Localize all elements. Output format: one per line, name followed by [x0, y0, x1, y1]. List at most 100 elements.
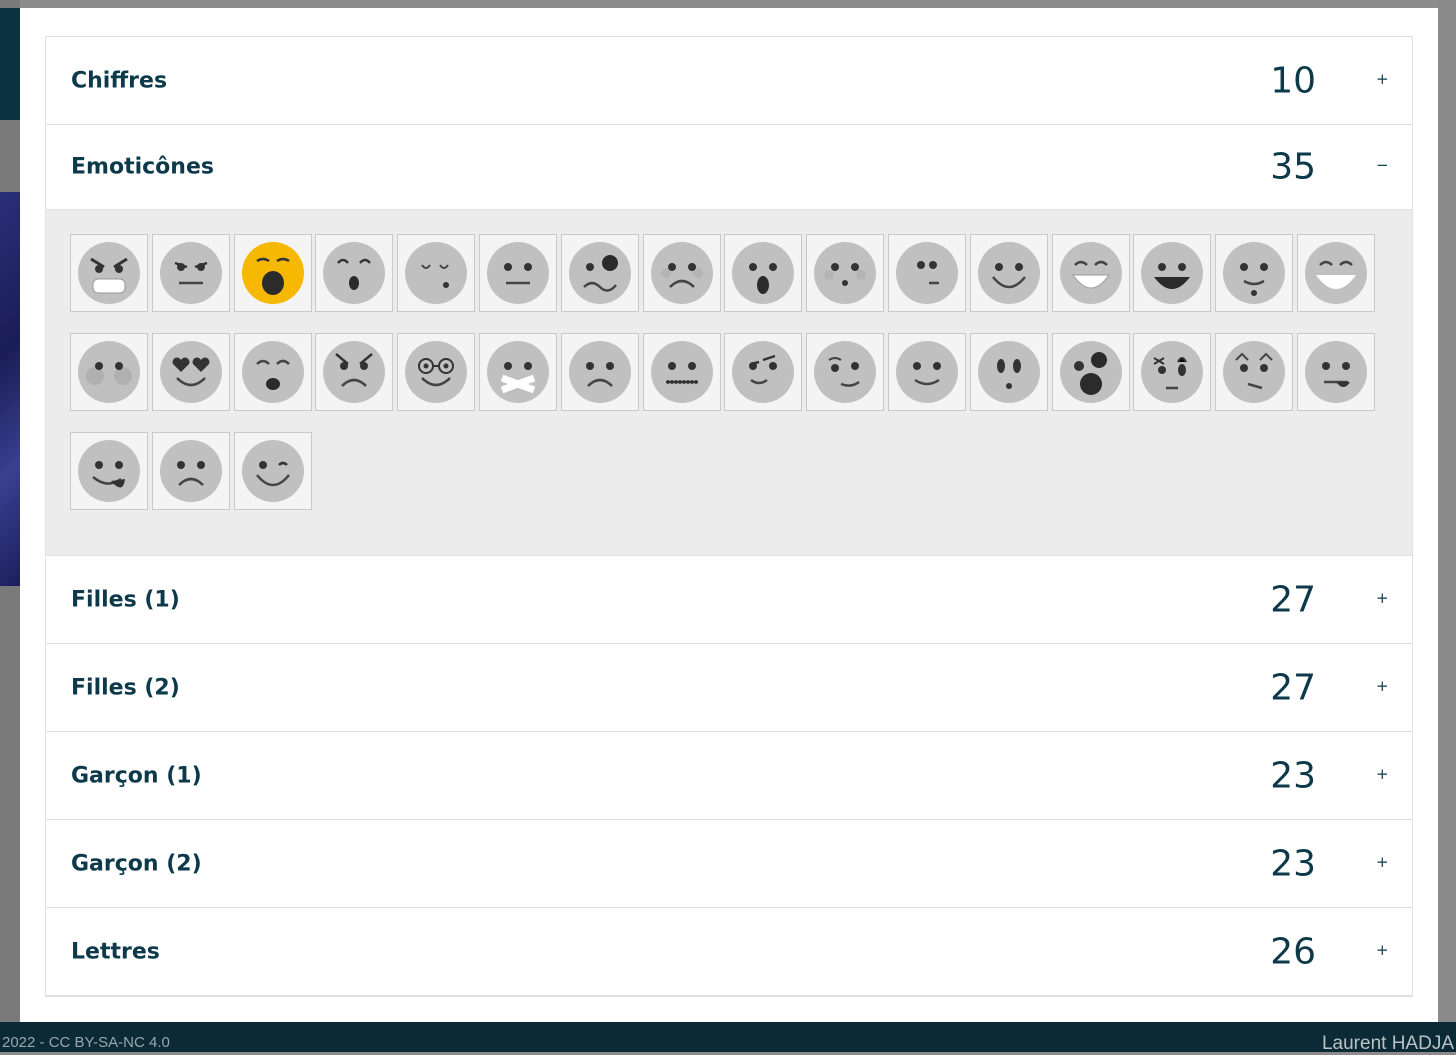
- accordion-title: Filles (1): [71, 587, 180, 612]
- drool-icon: [1223, 242, 1286, 304]
- suspicious-icon: [1141, 341, 1204, 403]
- emoticon-tile[interactable]: [969, 234, 1048, 312]
- mouth-taped-icon: [486, 341, 549, 403]
- grin-teeth-icon: [1059, 242, 1122, 304]
- emoticon-tile[interactable]: [724, 234, 803, 312]
- image-count: 23: [1270, 843, 1316, 884]
- image-count: 26: [1270, 931, 1316, 972]
- expand-icon[interactable]: +: [1376, 765, 1389, 783]
- emoticon-grid: [70, 234, 1380, 510]
- emoticon-tile[interactable]: [969, 333, 1048, 411]
- footer-license: 2022 - CC BY-SA-NC 4.0: [2, 1034, 170, 1051]
- emoticon-tile[interactable]: [1051, 333, 1130, 411]
- accordion-title: Chiffres: [71, 68, 168, 93]
- confused-icon: [568, 242, 631, 304]
- emoticon-tile[interactable]: [315, 234, 394, 312]
- emoticon-tile[interactable]: [1133, 333, 1212, 411]
- emoticon-tile[interactable]: [315, 333, 394, 411]
- heart-eyes-icon: [159, 341, 222, 403]
- laugh-icon: [1141, 242, 1204, 304]
- accordion-header-filles-1[interactable]: Filles (1) 27 +: [46, 556, 1412, 644]
- emoticon-tile[interactable]: [1296, 234, 1375, 312]
- emoticon-tile[interactable]: [1296, 333, 1375, 411]
- sad-icon: [568, 341, 631, 403]
- backdrop-page-right: [1438, 0, 1456, 1052]
- zipped-mouth-icon: [650, 341, 713, 403]
- accordion-header-emoticones[interactable]: Emoticônes 35 −: [46, 125, 1412, 210]
- worried-icon: [1223, 341, 1286, 403]
- accordion-header-lettres[interactable]: Lettres 26 +: [46, 908, 1412, 996]
- image-count: 27: [1270, 667, 1316, 708]
- neutral-icon: [486, 242, 549, 304]
- accordion-title: Garçon (1): [71, 763, 202, 788]
- emoticon-tile[interactable]: [560, 333, 639, 411]
- emoticon-tile[interactable]: [1133, 234, 1212, 312]
- emoticon-tile[interactable]: [151, 432, 230, 510]
- frown-icon: [159, 440, 222, 502]
- smirk-icon: [732, 341, 795, 403]
- emoticon-tile[interactable]: [642, 333, 721, 411]
- emoticon-tile[interactable]: [642, 234, 721, 312]
- emoticon-tile[interactable]: [397, 234, 476, 312]
- emoticon-tile[interactable]: [233, 333, 312, 411]
- angry-icon: [323, 341, 386, 403]
- collapse-icon[interactable]: −: [1376, 156, 1389, 174]
- emoticon-tile[interactable]: [724, 333, 803, 411]
- backdrop-header-band: [0, 8, 20, 120]
- emoticon-tile[interactable]: [806, 234, 885, 312]
- emoticon-tile[interactable]: [151, 333, 230, 411]
- tongue-side-icon: [1304, 341, 1367, 403]
- image-count: 23: [1270, 755, 1316, 796]
- image-picker-modal: Chiffres 10 + Emoticônes 35− Filles (1) 27 + Fil…: [20, 8, 1438, 1022]
- image-count: 35: [1270, 146, 1316, 188]
- emoticon-tile[interactable]: [478, 333, 557, 411]
- surprised-brow-icon: [323, 242, 386, 304]
- expand-icon[interactable]: +: [1376, 70, 1389, 88]
- expand-icon[interactable]: +: [1376, 589, 1389, 607]
- emoticon-tile[interactable]: [397, 333, 476, 411]
- category-accordion: Chiffres 10 + Emoticônes 35− Filles (1) 27 + Fil…: [45, 36, 1413, 997]
- emoticon-tile[interactable]: [233, 234, 312, 312]
- glasses-icon: [405, 341, 468, 403]
- emoticon-tile[interactable]: [887, 234, 966, 312]
- emoticon-tile[interactable]: [806, 333, 885, 411]
- accordion-title: Garçon (2): [71, 851, 202, 876]
- expand-icon[interactable]: +: [1376, 677, 1389, 695]
- emoticon-tile[interactable]: [560, 234, 639, 312]
- sleeping-icon: [405, 242, 468, 304]
- content-icon: [895, 341, 958, 403]
- accordion-header-chiffres[interactable]: Chiffres 10 +: [46, 37, 1412, 125]
- image-count: 27: [1270, 579, 1316, 620]
- emoticon-tile[interactable]: [1051, 234, 1130, 312]
- blushing-cheeks-icon: [78, 341, 140, 403]
- yawn-icon: [241, 242, 304, 304]
- emoticon-tile[interactable]: [233, 432, 312, 510]
- sad-blush-icon: [650, 242, 713, 304]
- expand-icon[interactable]: +: [1376, 941, 1389, 959]
- emoticon-tile[interactable]: [1215, 333, 1294, 411]
- annoyed-icon: [159, 242, 222, 304]
- emoticon-tile[interactable]: [478, 234, 557, 312]
- accordion-header-garcon-1[interactable]: Garçon (1) 23 +: [46, 732, 1412, 820]
- smile-icon: [977, 242, 1040, 304]
- shocked-icon: [732, 242, 795, 304]
- accordion-title: Emoticônes: [71, 154, 214, 180]
- accordion-title: Filles (2): [71, 675, 180, 700]
- emoticon-tile[interactable]: [70, 333, 148, 411]
- expand-icon[interactable]: +: [1376, 853, 1389, 871]
- surprised-eyes-icon: [977, 341, 1040, 403]
- accordion-header-filles-2[interactable]: Filles (2) 27 +: [46, 644, 1412, 732]
- emoticon-tile[interactable]: [151, 234, 230, 312]
- accordion-title: Lettres: [71, 939, 160, 964]
- emoticon-tile[interactable]: [70, 432, 148, 510]
- page-footer: [0, 1022, 1456, 1052]
- skeptical-icon: [814, 341, 877, 403]
- bored-icon: [895, 242, 958, 304]
- image-count: 10: [1270, 60, 1316, 101]
- accordion-header-garcon-2[interactable]: Garçon (2) 23 +: [46, 820, 1412, 908]
- emoticon-tile[interactable]: [887, 333, 966, 411]
- tongue-out-icon: [78, 440, 140, 502]
- emoticon-tile[interactable]: [70, 234, 148, 312]
- blush-icon: [814, 242, 877, 304]
- emoticon-tile[interactable]: [1215, 234, 1294, 312]
